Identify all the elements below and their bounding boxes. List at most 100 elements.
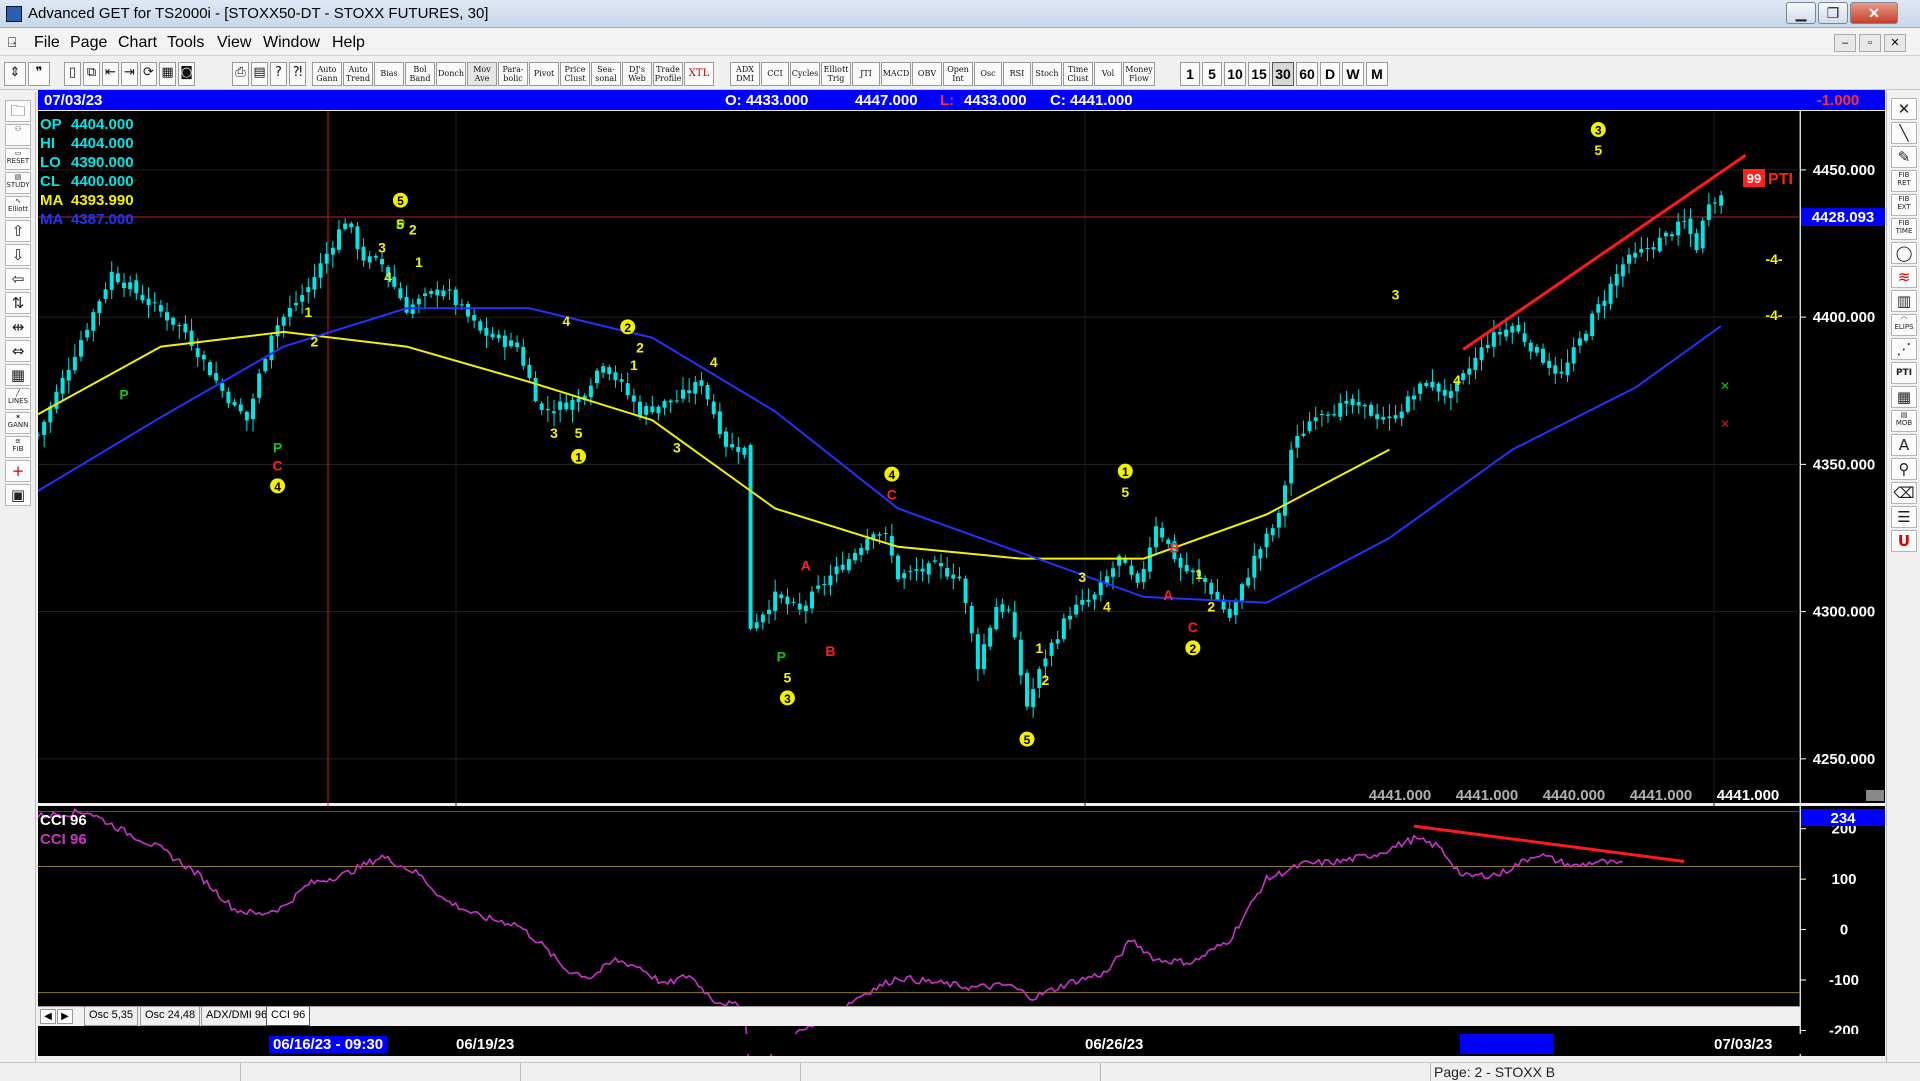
zoom-icon[interactable]: ⚇	[5, 124, 31, 146]
gann-fan-icon[interactable]: ⋰	[1891, 338, 1917, 360]
grid-icon[interactable]: ▦	[159, 62, 176, 86]
menu-page[interactable]: Page	[70, 34, 107, 52]
tab-cci-96[interactable]: CCI 96	[266, 1007, 311, 1026]
print-setup-icon[interactable]: ▤	[251, 62, 268, 86]
menu-chart[interactable]: Chart	[118, 34, 157, 52]
help-icon[interactable]: ?	[270, 62, 287, 86]
study-adx-dmi[interactable]: ADX DMI	[730, 62, 760, 86]
reset-button[interactable]: ▭ RESET	[5, 148, 31, 170]
quote-icon[interactable]: ❞	[28, 62, 50, 86]
next-icon[interactable]: ⇥	[121, 62, 138, 86]
compress-icon[interactable]: ⇅	[5, 292, 31, 314]
copy-icon[interactable]: ⧉	[83, 62, 100, 86]
study-donch[interactable]: Donch	[436, 62, 466, 86]
expand-icon[interactable]: ⇹	[5, 316, 31, 338]
menu-view[interactable]: View	[217, 34, 251, 52]
mdi-restore-button[interactable]: ▫	[1859, 34, 1881, 52]
pencil-icon[interactable]: ✎	[1891, 146, 1917, 168]
study-xtl[interactable]: XTL	[684, 62, 714, 86]
timeframe-1[interactable]: 1	[1180, 62, 1200, 86]
mdi-close-button[interactable]: ✕	[1884, 34, 1906, 52]
mob-button[interactable]: ▤ MOB	[1891, 410, 1917, 432]
timeframe-5[interactable]: 5	[1202, 62, 1222, 86]
study-seasonal[interactable]: Sea- sonal	[591, 62, 621, 86]
crosshair-icon[interactable]: +	[5, 460, 31, 482]
elliott-button[interactable]: ∿ Elliott	[5, 196, 31, 218]
timeframe-30[interactable]: 30	[1272, 62, 1294, 86]
elips-button[interactable]: ◠ ELIPS	[1891, 314, 1917, 336]
timeframe-d[interactable]: D	[1320, 62, 1340, 86]
study-djs-web[interactable]: DJ's Web	[622, 62, 652, 86]
study-price-clust[interactable]: Price Clust	[560, 62, 590, 86]
study-obv[interactable]: OBV	[912, 62, 942, 86]
new-page-icon[interactable]: ▯	[64, 62, 81, 86]
cursor-icon[interactable]: ⇕	[4, 62, 26, 86]
pti-button[interactable]: PTI	[1891, 362, 1917, 384]
open-folder-icon[interactable]: 🗀	[5, 100, 31, 122]
tab-osc-5-35[interactable]: Osc 5,35	[84, 1007, 139, 1026]
fib-ext-button[interactable]: FIB EXT	[1891, 194, 1917, 216]
study-jti[interactable]: JTI	[852, 62, 880, 86]
study-auto-trend[interactable]: Auto Trend	[343, 62, 373, 86]
text-icon[interactable]: A	[1891, 434, 1917, 456]
study-mov-ave[interactable]: Mov Ave	[467, 62, 497, 86]
study-open-int[interactable]: Open Int	[943, 62, 973, 86]
fib-time-button[interactable]: FIB TIME	[1891, 218, 1917, 240]
tab-scroll-left-icon[interactable]: ◀	[40, 1009, 56, 1024]
study-time-clust[interactable]: Time Clust	[1063, 62, 1093, 86]
study-button[interactable]: ▤ STUDY	[5, 172, 31, 194]
study-trade-profile[interactable]: Trade Profile	[653, 62, 683, 86]
prev-icon[interactable]: ⇤	[102, 62, 119, 86]
study-rsi[interactable]: RSI	[1003, 62, 1031, 86]
restore-button[interactable]: ❐	[1818, 2, 1848, 24]
gann-button[interactable]: ✶ GANN	[5, 412, 31, 434]
study-macd[interactable]: MACD	[881, 62, 911, 86]
fib-ret-button[interactable]: FIB RET	[1891, 170, 1917, 192]
magnify-icon[interactable]: ⚲	[1891, 458, 1917, 480]
grid-toggle-icon[interactable]: ▦	[5, 364, 31, 386]
mdi-doc-icon[interactable]: ⍈	[8, 34, 16, 51]
stretch-icon[interactable]: ⇔	[5, 340, 31, 362]
stop-icon[interactable]: ◙	[178, 62, 195, 86]
timeframe-60[interactable]: 60	[1296, 62, 1318, 86]
study-vol[interactable]: Vol	[1094, 62, 1122, 86]
fib-button[interactable]: ≡ FIB	[5, 436, 31, 458]
study-auto-gann[interactable]: Auto Gann	[312, 62, 342, 86]
print-icon[interactable]: ⎙	[232, 62, 249, 86]
menu-tools[interactable]: Tools	[167, 34, 204, 52]
timeframe-10[interactable]: 10	[1224, 62, 1246, 86]
menu-window[interactable]: Window	[263, 34, 320, 52]
timeframe-m[interactable]: M	[1366, 62, 1388, 86]
minimize-button[interactable]: ▁	[1786, 2, 1816, 24]
study-parabolic[interactable]: Para- bolic	[498, 62, 528, 86]
study-cci[interactable]: CCI	[761, 62, 789, 86]
mdi-minimize-button[interactable]: –	[1834, 34, 1856, 52]
study-bias[interactable]: Bias	[374, 62, 404, 86]
refresh-icon[interactable]: ⟳	[140, 62, 157, 86]
tab-scroll-right-icon[interactable]: ▶	[57, 1009, 73, 1024]
grid-icon[interactable]: ▦	[1891, 386, 1917, 408]
save-icon[interactable]: ▣	[5, 484, 31, 506]
study-stoch[interactable]: Stoch	[1032, 62, 1062, 86]
close-button[interactable]: ✕	[1850, 2, 1898, 24]
study-pivot[interactable]: Pivot	[529, 62, 559, 86]
study-elliott-trig[interactable]: Elliott Trig	[821, 62, 851, 86]
timeframe-15[interactable]: 15	[1248, 62, 1270, 86]
tab-osc-24-48[interactable]: Osc 24,48	[140, 1007, 201, 1026]
study-money-flow[interactable]: Money Flow	[1123, 62, 1155, 86]
menu-file[interactable]: File	[34, 34, 60, 52]
channel-icon[interactable]: ▥	[1891, 290, 1917, 312]
undo-icon[interactable]: U	[1891, 530, 1917, 552]
lines-button[interactable]: ╱ LINES	[5, 388, 31, 410]
draw-line-icon[interactable]: ╲	[1891, 122, 1917, 144]
ellipse-icon[interactable]: ◯	[1891, 242, 1917, 264]
panel-resize-icon[interactable]	[1866, 790, 1884, 801]
study-cycles[interactable]: Cycles	[790, 62, 820, 86]
arrow-up-icon[interactable]: ⇧	[5, 220, 31, 242]
study-osc[interactable]: Osc	[974, 62, 1002, 86]
study-bol-band[interactable]: Bol Band	[405, 62, 435, 86]
fan-icon[interactable]: ≋	[1891, 266, 1917, 288]
context-help-icon[interactable]: ⁈	[289, 62, 306, 86]
arrow-left-icon[interactable]: ⇦	[5, 268, 31, 290]
tab-adx-dmi-96[interactable]: ADX/DMI 96	[201, 1007, 273, 1026]
